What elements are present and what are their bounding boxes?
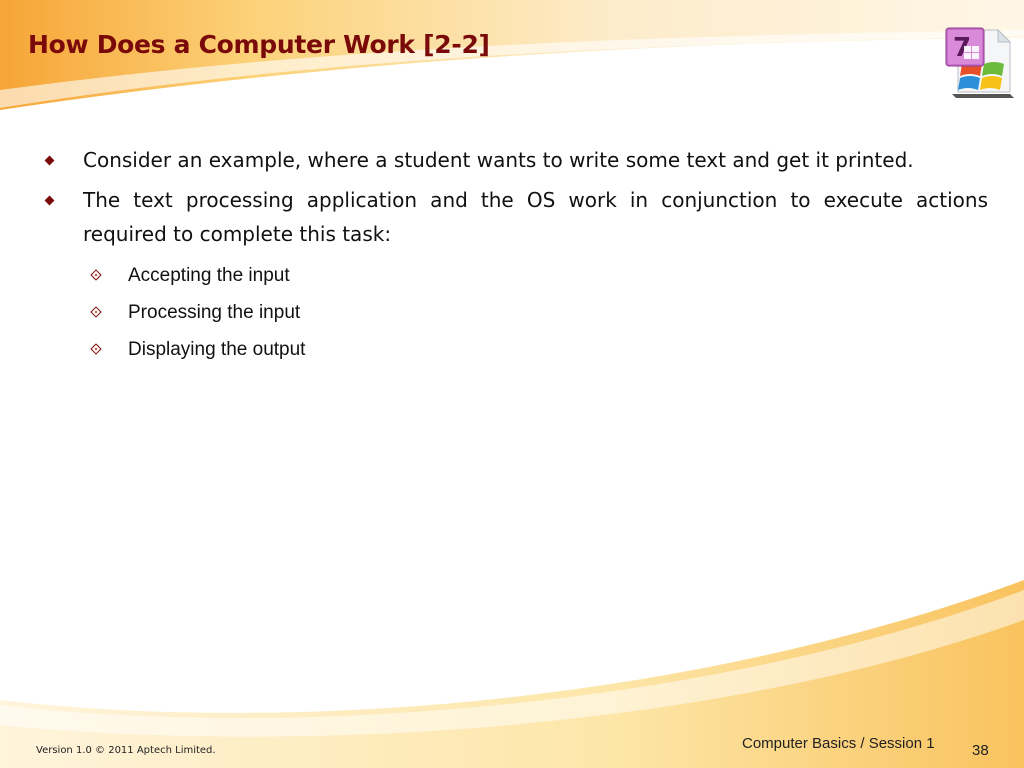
slide-title: How Does a Computer Work [2-2]: [28, 30, 490, 59]
footer-course-title: Computer Basics / Session 1: [742, 735, 935, 752]
sub-bullet-item: Accepting the input: [44, 257, 988, 294]
sub-bullet-text: Accepting the input: [128, 265, 290, 286]
windows-7-document-icon: 7: [945, 27, 1014, 98]
hollow-diamond-bullet-icon: [90, 269, 102, 281]
bullet-text: Consider an example, where a student wan…: [83, 148, 914, 172]
sub-bullet-item: Displaying the output: [44, 331, 988, 368]
footer-version: Version 1.0 © 2011 Aptech Limited.: [36, 745, 216, 756]
slide: How Does a Computer Work [2-2] 7 Conside…: [0, 0, 1024, 768]
bullet-item: Consider an example, where a student wan…: [44, 143, 988, 177]
sub-bullet-text: Processing the input: [128, 302, 301, 323]
sub-bullet-text: Displaying the output: [128, 339, 306, 360]
bullet-list: Consider an example, where a student wan…: [44, 143, 988, 368]
page-number: 38: [972, 742, 989, 759]
bullet-text: The text processing application and the …: [83, 188, 988, 246]
diamond-bullet-icon: [44, 195, 55, 206]
hollow-diamond-bullet-icon: [90, 343, 102, 355]
diamond-bullet-icon: [44, 155, 55, 166]
sub-bullet-item: Processing the input: [44, 294, 988, 331]
hollow-diamond-bullet-icon: [90, 306, 102, 318]
bullet-item: The text processing application and the …: [44, 183, 988, 251]
